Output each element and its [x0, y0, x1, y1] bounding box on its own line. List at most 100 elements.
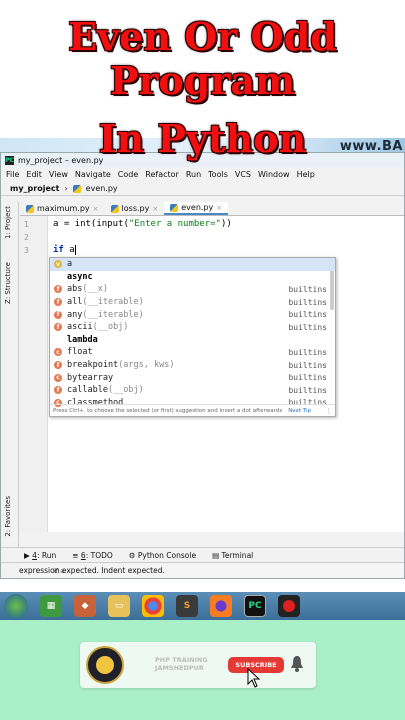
- folder-icon[interactable]: ▭: [108, 595, 130, 617]
- completion-signature: (args, kws): [118, 360, 175, 371]
- completion-name: async: [67, 271, 93, 282]
- menu-file[interactable]: File: [6, 170, 19, 179]
- file-explorer-icon[interactable]: ▦: [40, 595, 62, 617]
- tool-label: Python Console: [137, 550, 197, 560]
- menu-window[interactable]: Window: [258, 170, 290, 179]
- completion-source: builtins: [288, 297, 327, 307]
- completion-item[interactable]: lambda: [50, 334, 335, 347]
- overlay-title-line-2: Program: [109, 58, 296, 103]
- completion-source: builtins: [288, 360, 327, 370]
- todo-tool-button[interactable]: ≡ 6: TODO: [72, 551, 113, 560]
- tool-tab-project[interactable]: 1: Project: [4, 206, 12, 239]
- completion-name: breakpoint: [67, 360, 119, 371]
- menu-vcs[interactable]: VCS: [235, 170, 251, 179]
- run-tool-button[interactable]: ▶ 4: Run: [24, 551, 56, 560]
- python-file-icon: [170, 203, 179, 212]
- menu-run[interactable]: Run: [186, 170, 201, 179]
- completion-item[interactable]: f breakpoint (args, kws) builtins: [50, 359, 335, 372]
- completion-item[interactable]: c bytearray builtins: [50, 371, 335, 384]
- completion-item[interactable]: async: [50, 271, 335, 284]
- subscribe-card: PHP TRAINING JAMSHEDPUR SUBSCRIBE: [80, 642, 316, 688]
- pycharm-icon[interactable]: PC: [244, 595, 266, 617]
- tool-num: 6: [80, 550, 86, 560]
- function-icon: f: [54, 323, 62, 332]
- completion-name: all: [67, 297, 83, 308]
- completion-item[interactable]: f any (__iterable) builtins: [50, 308, 335, 321]
- function-icon: f: [54, 298, 62, 307]
- code-keyword: if: [53, 245, 64, 255]
- tab-loss[interactable]: loss.py ×: [105, 202, 165, 215]
- status-bar: expression expected. Indent expected.: [1, 562, 404, 578]
- line-number: 2: [24, 233, 29, 242]
- terminal-button[interactable]: ▤ Terminal: [212, 551, 253, 560]
- completion-signature: (__x): [82, 284, 108, 295]
- completion-name: abs: [67, 284, 83, 295]
- menu-help[interactable]: Help: [297, 170, 315, 179]
- python-file-icon: [110, 204, 119, 213]
- menu-tools[interactable]: Tools: [208, 170, 228, 179]
- pycharm-window: PC my_project – even.py File Edit View N…: [0, 152, 405, 579]
- channel-logo: [86, 646, 124, 684]
- next-tip-link[interactable]: Next Tip: [288, 408, 311, 414]
- variable-icon: v: [54, 260, 62, 269]
- left-tool-stripe: 1: Project Z: Structure 2: Favorites: [1, 202, 19, 548]
- python-console-button[interactable]: ⚙ Python Console: [129, 551, 196, 560]
- menu-navigate[interactable]: Navigate: [75, 170, 111, 179]
- menu-edit[interactable]: Edit: [26, 170, 42, 179]
- completion-item[interactable]: f all (__iterable) builtins: [50, 296, 335, 309]
- completion-item[interactable]: f ascii (__obj) builtins: [50, 321, 335, 334]
- chrome-icon[interactable]: [142, 595, 164, 617]
- play-icon: ▶: [24, 550, 33, 560]
- overlay-title-line-3: In Python: [98, 116, 307, 161]
- tool-label: TODO: [90, 550, 113, 560]
- tab-even[interactable]: even.py ×: [164, 202, 229, 215]
- function-icon: f: [54, 285, 62, 294]
- screen: www.BA PC my_project – even.py File Edit…: [0, 0, 405, 720]
- completion-item[interactable]: f abs (__x) builtins: [50, 283, 335, 296]
- completion-source: builtins: [288, 373, 327, 383]
- start-button-icon[interactable]: [4, 594, 28, 618]
- tool-tab-favorites[interactable]: 2: Favorites: [4, 496, 12, 537]
- popup-footer: Press Ctrl+. to choose the selected (or …: [50, 404, 335, 416]
- channel-name-line2: JAMSHEDPUR: [155, 664, 204, 672]
- tab-maximum[interactable]: maximum.py ×: [20, 202, 105, 215]
- editor-tabs: maximum.py × loss.py × even.py ×: [20, 202, 404, 216]
- sublime-icon[interactable]: S: [176, 595, 198, 617]
- line-number: 3: [24, 246, 29, 255]
- menu-bar: File Edit View Navigate Code Refactor Ru…: [1, 167, 404, 182]
- tool-window-bar: ▶ 4: Run ≡ 6: TODO ⚙ Python Console ▤ Te…: [1, 547, 404, 562]
- menu-refactor[interactable]: Refactor: [145, 170, 179, 179]
- menu-view[interactable]: View: [49, 170, 68, 179]
- breadcrumb-file[interactable]: even.py: [86, 184, 118, 193]
- completion-popup: v a async f abs (__x) builtins f all (__iterable)…: [49, 257, 336, 417]
- completion-source: builtins: [288, 322, 327, 332]
- channel-name-line1: PHP TRAINING: [155, 656, 208, 664]
- games-icon[interactable]: ◆: [74, 595, 96, 617]
- bell-icon[interactable]: [290, 655, 304, 673]
- code-string: "Enter a number=": [128, 219, 221, 229]
- more-icon[interactable]: ⋮: [326, 408, 332, 414]
- firefox-icon[interactable]: [210, 595, 232, 617]
- function-icon: f: [54, 310, 62, 319]
- blank-icon: [54, 273, 62, 281]
- record-icon[interactable]: [278, 595, 300, 617]
- completion-item[interactable]: c float builtins: [50, 346, 335, 359]
- tool-tab-structure[interactable]: Z: Structure: [4, 262, 12, 304]
- menu-code[interactable]: Code: [118, 170, 138, 179]
- overlay-title-line-1: Even Or Odd: [68, 14, 337, 59]
- list-icon: ≡: [72, 550, 81, 560]
- close-icon[interactable]: ×: [152, 205, 158, 213]
- close-icon[interactable]: ×: [216, 204, 222, 212]
- channel-name: PHP TRAINING JAMSHEDPUR: [155, 656, 208, 672]
- tab-label: loss.py: [121, 204, 150, 213]
- close-icon[interactable]: ×: [93, 205, 99, 213]
- completion-source: builtins: [288, 284, 327, 294]
- completion-item[interactable]: va: [50, 258, 335, 271]
- breadcrumb-project[interactable]: my_project: [10, 184, 59, 193]
- code-text: a: [63, 245, 76, 255]
- popup-hint: Press Ctrl+. to choose the selected (or …: [53, 407, 283, 414]
- python-file-icon: [72, 184, 81, 193]
- completion-item[interactable]: f callable (__obj) builtins: [50, 384, 335, 397]
- code-line-1: a = int(input("Enter a number=")): [53, 219, 232, 229]
- mouse-cursor-icon: [247, 668, 260, 688]
